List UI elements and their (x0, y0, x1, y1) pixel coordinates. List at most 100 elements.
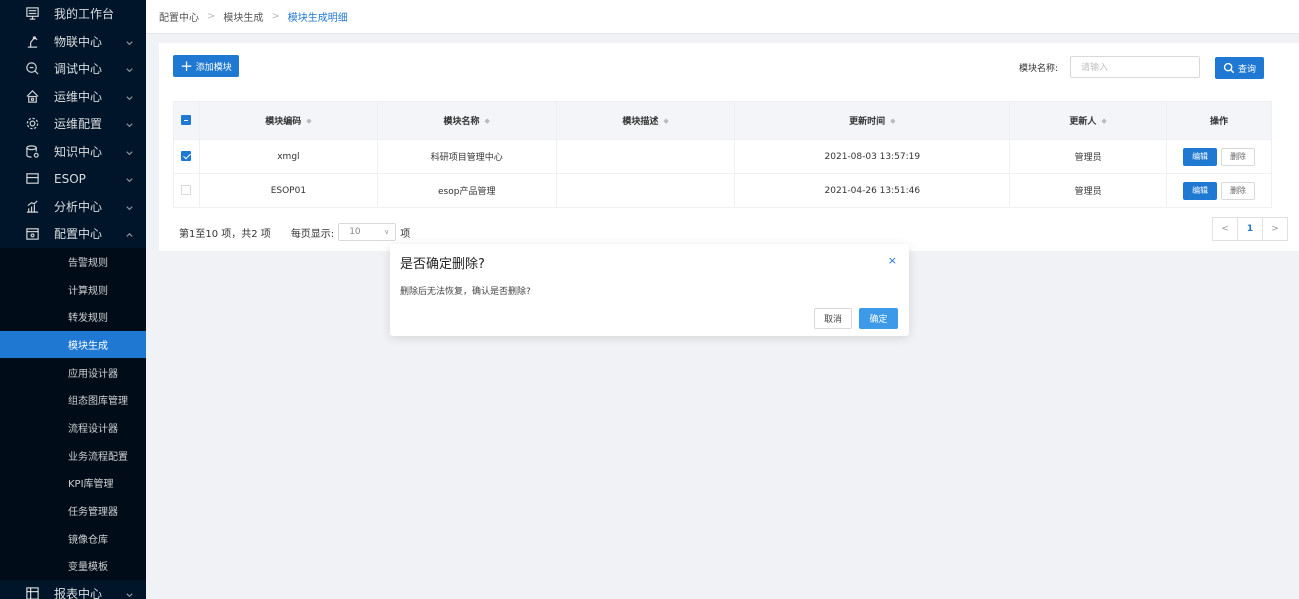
sidebar-item-task-manager[interactable]: 任务管理器 (0, 496, 146, 525)
sidebar-item-calc-rules[interactable]: 计算规则 (0, 275, 146, 303)
content-card: + 添加模块 模块名称: 查询 模块编码 ◆ 模块名称 ◆ 模块描述 ◆ 更新时间 ◆ … (159, 43, 1299, 251)
column-header[interactable]: 更新人 ◆ (1009, 101, 1168, 140)
gear-icon (24, 116, 40, 132)
search-icon (1223, 62, 1235, 74)
nav-item-ops-config[interactable]: 运维配置 (0, 110, 146, 138)
add-module-label: 添加模块 (195, 62, 232, 73)
per-page-select[interactable]: 10 ∨ (338, 223, 397, 241)
nav-label: 配置中心 (54, 227, 103, 242)
column-header-label: 更新时间 (849, 117, 886, 127)
sidebar-item-app-designer[interactable]: 应用设计器 (0, 358, 146, 386)
confirm-button[interactable]: 确定 (859, 308, 898, 329)
sort-icon[interactable]: ◆ (306, 118, 311, 125)
column-header: 操作 (1166, 101, 1272, 140)
dialog-message: 删除后无法恢复，确认是否删除? (400, 287, 531, 297)
chevron-down-icon (125, 37, 134, 46)
add-module-button[interactable]: + 添加模块 (173, 55, 239, 77)
sort-icon[interactable]: ◆ (890, 118, 895, 125)
next-page-button[interactable]: > (1262, 217, 1288, 241)
table-row: xmgl 科研项目管理中心 2021-08-03 13:57:19 管理员 编辑… (173, 139, 1272, 174)
prev-page-button[interactable]: < (1212, 217, 1238, 241)
sidebar-item-forward-rules[interactable]: 转发规则 (0, 302, 146, 331)
cell-desc (555, 173, 736, 208)
module-table: 模块编码 ◆ 模块名称 ◆ 模块描述 ◆ 更新时间 ◆ 更新人 ◆ 操作 xmgl 科研项… (173, 101, 1272, 208)
close-icon[interactable]: × (888, 254, 897, 267)
nav-label: 调试中心 (54, 62, 103, 77)
nav-label: ESOP (54, 171, 86, 186)
nav-item-esop[interactable]: ESOP (0, 165, 146, 193)
query-button[interactable]: 查询 (1215, 57, 1264, 79)
query-label: 查询 (1237, 64, 1256, 75)
cell-code: ESOP01 (198, 173, 378, 208)
table-header-row: 模块编码 ◆ 模块名称 ◆ 模块描述 ◆ 更新时间 ◆ 更新人 ◆ 操作 (173, 101, 1272, 140)
chevron-up-icon (125, 229, 134, 238)
select-all-checkbox[interactable] (181, 115, 192, 126)
confirm-delete-dialog: 是否确定删除? × 删除后无法恢复，确认是否删除? 取消 确定 (390, 244, 909, 336)
column-header-label: 模块描述 (622, 117, 659, 127)
sidebar-item-module-gen[interactable]: 模块生成 (0, 330, 146, 359)
sidebar-item-biz-flow[interactable]: 业务流程配置 (0, 441, 146, 469)
breadcrumb-current: 模块生成明细 (287, 13, 348, 24)
nav-item-debug[interactable]: 调试中心 (0, 55, 146, 83)
breadcrumb-separator: > (271, 11, 280, 22)
database-icon (24, 143, 40, 159)
breadcrumb-item[interactable]: 模块生成 (223, 9, 263, 24)
nav-item-knowledge[interactable]: 知识中心 (0, 138, 146, 166)
delete-button[interactable]: 删除 (1220, 147, 1255, 166)
chevron-down-icon (125, 174, 134, 183)
cell-code: xmgl (198, 139, 378, 174)
edit-button[interactable]: 编辑 (1183, 181, 1218, 200)
sidebar-item-alarm-rules[interactable]: 告警规则 (0, 247, 146, 276)
column-header[interactable]: 更新时间 ◆ (734, 101, 1011, 140)
nav-item-workbench[interactable]: 我的工作台 (0, 0, 146, 28)
nav-label: 分析中心 (54, 199, 103, 214)
cell-user: 管理员 (1009, 173, 1168, 208)
report-icon (24, 586, 40, 599)
cell-user: 管理员 (1009, 139, 1168, 174)
column-header-label: 模块编码 (265, 117, 302, 127)
sort-icon[interactable]: ◆ (1101, 118, 1106, 125)
select-all-cell (173, 101, 200, 140)
column-header[interactable]: 模块描述 ◆ (555, 101, 736, 140)
sort-icon[interactable]: ◆ (485, 118, 490, 125)
pagination: < 1 > (1212, 217, 1288, 241)
sidebar-item-var-template[interactable]: 变量模板 (0, 552, 146, 580)
nav-item-ops[interactable]: 运维中心 (0, 83, 146, 111)
sidebar-item-graphics-lib[interactable]: 组态图库管理 (0, 385, 146, 414)
per-page-value: 10 (349, 227, 361, 237)
breadcrumb: 配置中心 > 模块生成 > 模块生成明细 (146, 0, 1299, 34)
column-header[interactable]: 模块名称 ◆ (376, 101, 557, 140)
page-button[interactable]: 1 (1237, 217, 1263, 241)
nav-label: 知识中心 (54, 144, 103, 159)
nav-item-iot[interactable]: 物联中心 (0, 28, 146, 56)
breadcrumb-item[interactable]: 配置中心 (159, 9, 199, 24)
sidebar-item-flow-designer[interactable]: 流程设计器 (0, 413, 146, 442)
robot-arm-icon (24, 33, 40, 49)
nav-label: 运维配置 (54, 117, 103, 132)
cell-desc (555, 139, 736, 174)
nav-item-config-center[interactable]: 配置中心 (0, 220, 146, 248)
row-checkbox[interactable] (181, 185, 192, 196)
row-select-cell (173, 173, 200, 208)
column-header-label: 更新人 (1069, 117, 1097, 127)
module-name-input[interactable] (1070, 56, 1200, 78)
plus-icon: + (180, 56, 193, 75)
nav-item-report[interactable]: 报表中心 (0, 580, 146, 599)
cancel-button[interactable]: 取消 (814, 308, 852, 329)
sort-icon[interactable]: ◆ (663, 118, 668, 125)
nav-label: 我的工作台 (54, 7, 115, 22)
chevron-down-icon (125, 202, 134, 211)
nav-item-analysis[interactable]: 分析中心 (0, 193, 146, 221)
cell-actions: 编辑 删除 (1166, 139, 1272, 174)
column-header[interactable]: 模块编码 ◆ (198, 101, 378, 140)
sidebar-item-image-repo[interactable]: 镜像仓库 (0, 524, 146, 553)
cell-time: 2021-04-26 13:51:46 (734, 173, 1011, 208)
table-row: ESOP01 esop产品管理 2021-04-26 13:51:46 管理员 … (173, 173, 1272, 208)
row-checkbox[interactable] (181, 151, 192, 162)
config-icon (24, 226, 40, 242)
sidebar-item-kpi-lib[interactable]: KPI库管理 (0, 469, 146, 497)
chevron-down-icon (125, 92, 134, 101)
edit-button[interactable]: 编辑 (1183, 147, 1218, 166)
pagination-summary: 第1至10 项，共2 项 (179, 228, 271, 240)
delete-button[interactable]: 删除 (1220, 181, 1255, 200)
